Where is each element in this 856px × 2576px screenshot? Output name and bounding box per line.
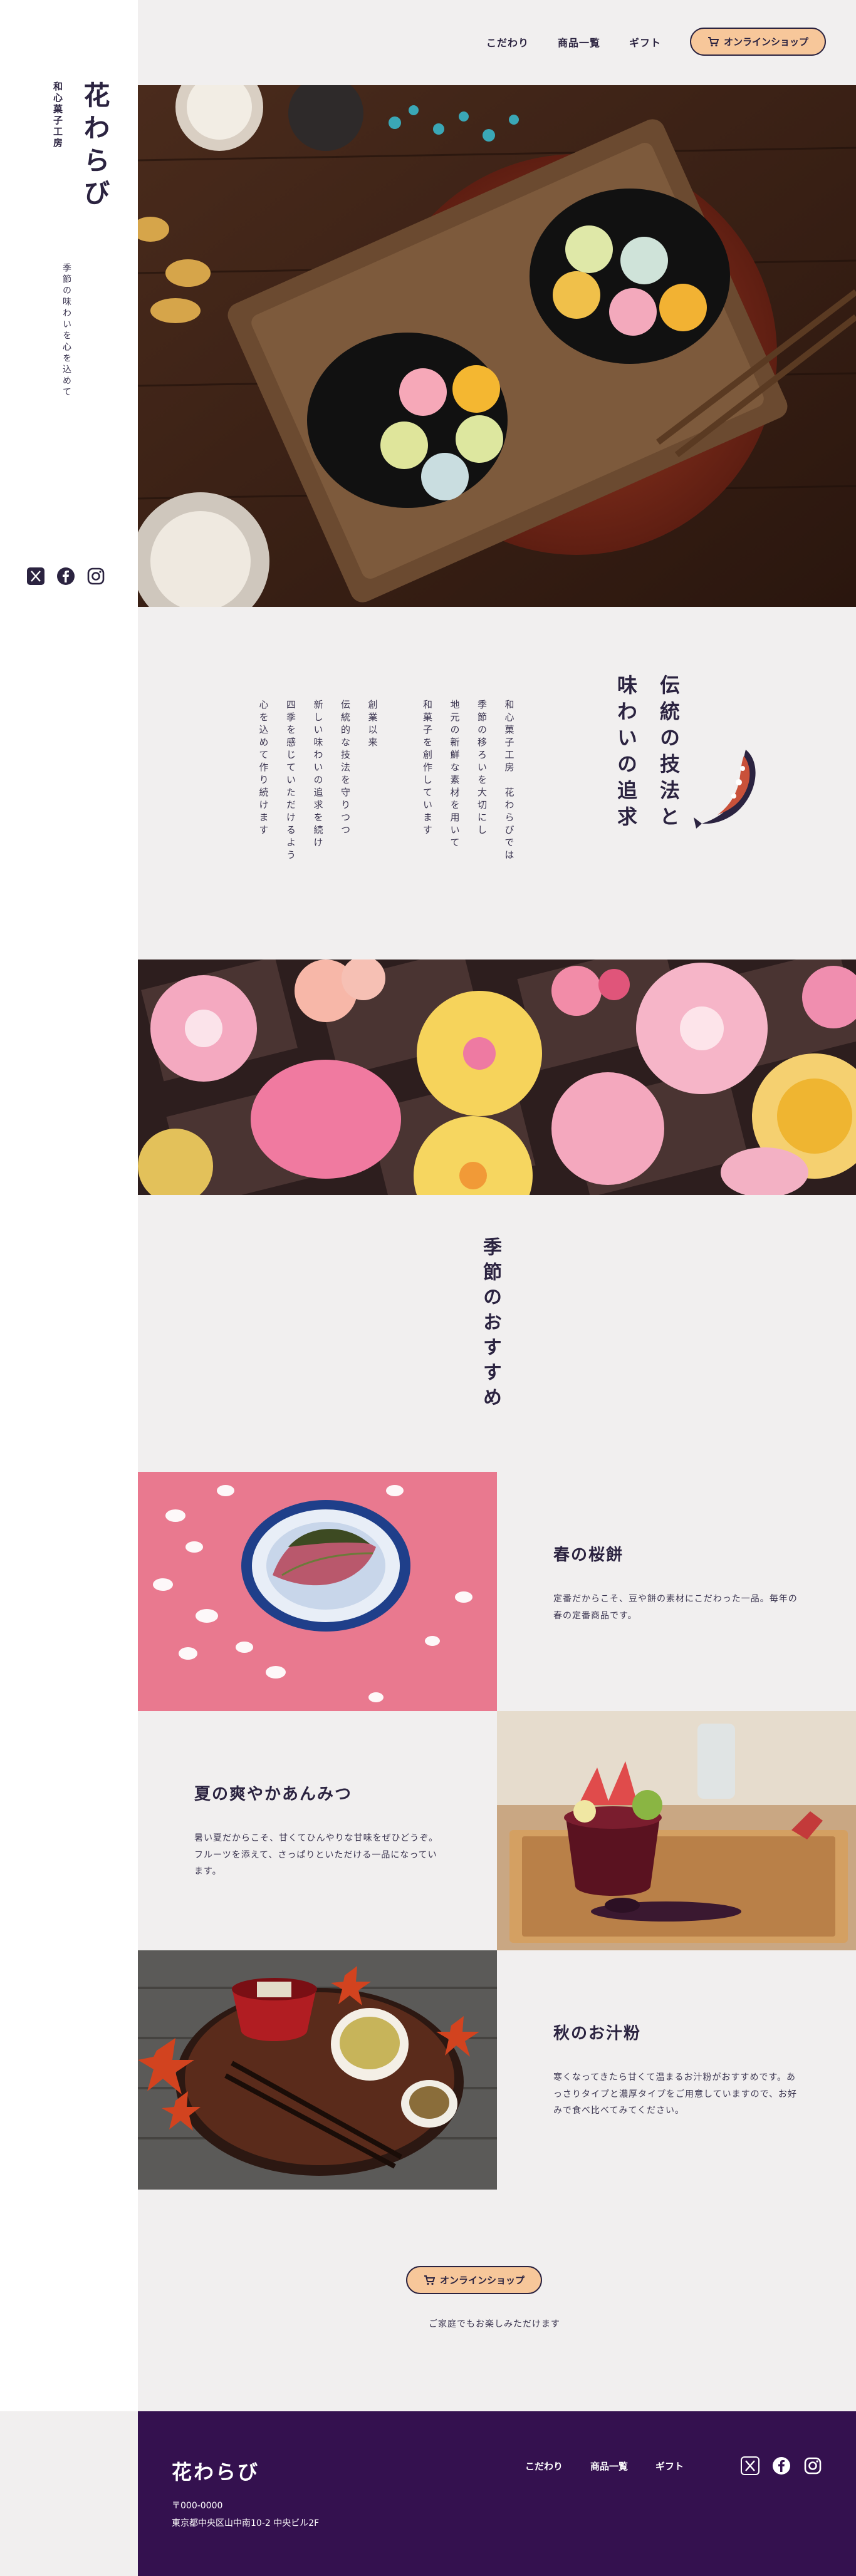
footer-logo[interactable]: 花わらび (172, 2456, 259, 2485)
footer-social-links (741, 2456, 822, 2478)
story-line: 新しい味わいの追求を続け (312, 700, 324, 850)
season-item-title: 夏の爽やかあんみつ (194, 1785, 353, 1804)
story-line: 和心菓子工房 花わらびでは (503, 700, 515, 862)
story-line: 四季を感じていただけるよう (285, 700, 296, 862)
social-links (26, 567, 105, 588)
facebook-icon[interactable] (56, 567, 75, 588)
season-item-title: 秋のお汁粉 (553, 2024, 642, 2043)
cart-icon (424, 2275, 435, 2285)
story-line: 季節の移ろいを大切にし (476, 700, 488, 837)
story-line: 伝統的な技法を守りつつ (340, 700, 351, 837)
instagram-icon[interactable] (86, 567, 105, 588)
season-item-title: 春の桜餅 (553, 1546, 624, 1565)
story-title: 伝統の技法と 味わいの追求 (612, 675, 683, 832)
tagline: 季節の味わいを心を込めて (61, 263, 71, 398)
nav-gift[interactable]: ギフト (629, 34, 661, 49)
season-item-text: 秋のお汁粉 寒くなってきたら甘くて温まるお汁粉がおすすめです。あっさりタイプと濃… (497, 1950, 856, 2190)
online-shop-label: オンラインショップ (723, 36, 808, 48)
main-nav: こだわり 商品一覧 ギフト オンラインショップ (486, 28, 826, 56)
season-item-text: 春の桜餅 定番だからこそ、豆や餅の素材にこだわった一品。毎年の春の定番商品です。 (497, 1472, 856, 1711)
season-item-summer: 夏の爽やかあんみつ 暑い夏だからこそ、甘くてひんやりな甘味をぜひどうぞ。フルーツ… (138, 1711, 856, 1950)
site-footer: 花わらび 〒000-0000 東京都中央区山中南10-2 中央ビル2F こだわり… (138, 2411, 856, 2576)
x-icon[interactable] (741, 2456, 759, 2478)
story-line: 地元の新鮮な素材を用いて (449, 700, 461, 850)
season-item-text: 夏の爽やかあんみつ 暑い夏だからこそ、甘くてひんやりな甘味をぜひどうぞ。フルーツ… (138, 1711, 497, 1950)
site-header: こだわり 商品一覧 ギフト オンラインショップ (138, 0, 856, 85)
brand-name: 花わらび (80, 81, 110, 212)
anmitsu-image (497, 1711, 856, 1950)
story-line: 和菓子を創作しています (422, 700, 433, 837)
cta-online-shop-button[interactable]: オンラインショップ (406, 2266, 543, 2294)
season-heading: 季節のおすすめ (479, 1237, 501, 1412)
x-icon[interactable] (26, 567, 45, 588)
nav-products[interactable]: 商品一覧 (558, 34, 600, 49)
cta-online-shop-label: オンラインショップ (440, 2275, 525, 2286)
footer-nav-kodawari[interactable]: こだわり (525, 2460, 563, 2473)
instagram-icon[interactable] (803, 2456, 822, 2478)
sidebar: 花わらび 和心菓子工房 季節の味わいを心を込めて (0, 0, 138, 2411)
season-item-desc: 定番だからこそ、豆や餅の素材にこだわった一品。毎年の春の定番商品です。 (553, 1594, 798, 1621)
story-line: 創業以来 (367, 700, 378, 750)
footer-zip: 〒000-0000 (172, 2501, 223, 2511)
story-title-line: 伝統の技法と (657, 675, 681, 832)
nav-kodawari[interactable]: こだわり (486, 34, 529, 49)
story-section: 伝統の技法と 味わいの追求 和心菓子工房 花わらびでは 季節の移ろいを大切にし … (138, 607, 856, 960)
wagashi-flowers-image (138, 960, 856, 1195)
hero-image-dango (138, 85, 856, 607)
season-item-spring: 春の桜餅 定番だからこそ、豆や餅の素材にこだわった一品。毎年の春の定番商品です。 (138, 1472, 856, 1711)
koi-illustration (694, 750, 756, 829)
story-title-line: 味わいの追求 (614, 675, 638, 832)
brand-subtitle: 和心菓子工房 (52, 81, 63, 149)
sakura-mochi-image (138, 1472, 497, 1711)
online-shop-button[interactable]: オンラインショップ (689, 28, 826, 56)
facebook-icon[interactable] (772, 2456, 791, 2478)
season-item-desc: 暑い夏だからこそ、甘くてひんやりな甘味をぜひどうぞ。フルーツを添えて、さっぱりと… (194, 1833, 439, 1877)
cta-note: ご家庭でもお楽しみただけます (429, 2319, 560, 2329)
footer-nav: こだわり 商品一覧 ギフト (525, 2460, 684, 2473)
story-line (394, 700, 406, 862)
footer-nav-gift[interactable]: ギフト (655, 2460, 684, 2473)
story-line: 心を込めて作り続けます (258, 700, 269, 837)
footer-nav-products[interactable]: 商品一覧 (590, 2460, 628, 2473)
oshiruko-image (138, 1950, 497, 2190)
cart-icon (707, 36, 719, 46)
season-item-desc: 寒くなってきたら甘くて温まるお汁粉がおすすめです。あっさりタイプと濃厚タイプをご… (553, 2072, 798, 2116)
footer-address: 東京都中央区山中南10-2 中央ビル2F (172, 2518, 320, 2528)
brand-logo[interactable]: 花わらび 和心菓子工房 (51, 81, 114, 212)
season-item-autumn: 秋のお汁粉 寒くなってきたら甘くて温まるお汁粉がおすすめです。あっさりタイプと濃… (138, 1950, 856, 2190)
story-body: 和心菓子工房 花わらびでは 季節の移ろいを大切にし 地元の新鮮な素材を用いて 和… (257, 700, 515, 862)
